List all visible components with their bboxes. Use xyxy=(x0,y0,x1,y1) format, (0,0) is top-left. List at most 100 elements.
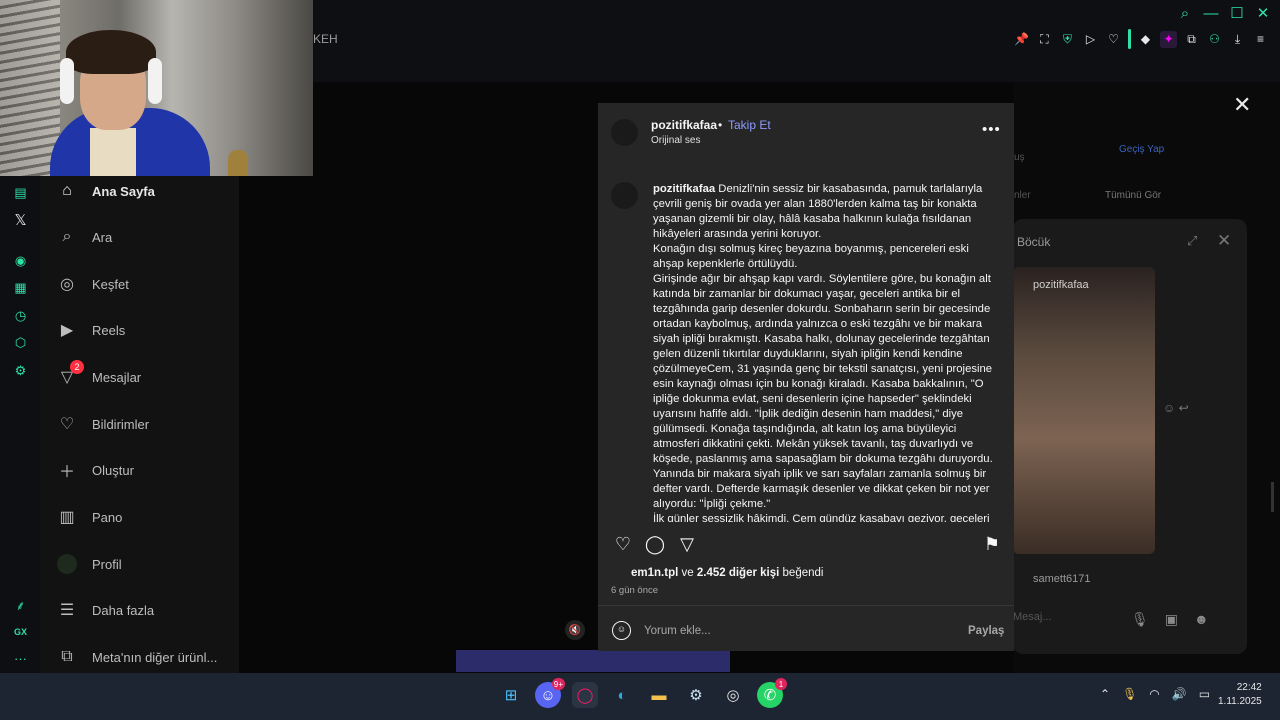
start-icon[interactable]: ⊞ xyxy=(498,682,524,708)
react-icon[interactable]: ☺ ↩ xyxy=(1163,401,1189,415)
chat-app-icon[interactable]: ▤ xyxy=(12,184,29,201)
chat-title: Böcük xyxy=(1017,235,1051,249)
microphone-icon[interactable]: 🎙 xyxy=(1122,687,1137,701)
likes-count[interactable]: 2.452 diğer kişi xyxy=(697,567,779,579)
post-time[interactable]: 6 gün önce xyxy=(611,585,658,596)
avatar[interactable] xyxy=(611,182,638,209)
close-window-icon[interactable]: ✕ xyxy=(1252,3,1274,23)
music-icon[interactable]: ◉ xyxy=(12,252,29,269)
gx-label[interactable]: GX xyxy=(12,623,29,640)
sticker-icon[interactable]: ☻ xyxy=(1194,611,1209,628)
close-icon[interactable]: ✕ xyxy=(1217,231,1231,251)
likes-summary[interactable]: em1n.tpl ve 2.452 diğer kişi beğendi xyxy=(631,567,823,579)
window-controls: ⌕ — ☐ ✕ xyxy=(1174,3,1274,23)
post-caption: pozitifkafaa Denizli'nin sessiz bir kasa… xyxy=(653,182,1001,522)
nav-search[interactable]: ⌕ Ara xyxy=(56,226,113,248)
comment-input[interactable]: Yorum ekle... xyxy=(644,625,711,637)
scrollbar-thumb[interactable] xyxy=(1271,482,1274,512)
bookmark-icon[interactable]: ⚑ xyxy=(981,533,1003,555)
webcam-overlay xyxy=(0,0,313,176)
chevron-up-icon[interactable]: ⌃ xyxy=(1100,687,1110,701)
opera-gx-icon[interactable]: ◯ xyxy=(572,682,598,708)
shield-icon[interactable]: ⛨ xyxy=(1059,31,1076,48)
nav-messages-label: Mesajlar xyxy=(92,369,142,385)
more-icon[interactable]: ··· xyxy=(12,650,29,667)
tab-title[interactable]: KEH xyxy=(313,32,338,46)
mute-icon[interactable]: 🔇 xyxy=(565,620,585,640)
like-icon[interactable]: ♡ xyxy=(612,533,634,555)
nav-notifications[interactable]: ♡ Bildirimler xyxy=(56,413,149,435)
follow-button[interactable]: Takip Et xyxy=(728,118,771,132)
nav-create-label: Oluştur xyxy=(92,462,134,478)
battery-icon[interactable]: ▭ xyxy=(1199,687,1210,701)
download-icon[interactable]: ⤓ xyxy=(1229,31,1246,48)
avatar[interactable] xyxy=(611,119,638,146)
maximize-icon[interactable]: ☐ xyxy=(1226,3,1248,23)
steam-icon[interactable]: ⚙ xyxy=(683,682,709,708)
nav-explore[interactable]: ◎ Keşfet xyxy=(56,273,129,295)
clock-time: 22:42 xyxy=(1236,682,1262,693)
game-icon[interactable]: ◎ xyxy=(720,682,746,708)
close-modal-icon[interactable]: ✕ xyxy=(1233,94,1253,116)
page-scrollbar[interactable] xyxy=(1269,82,1277,673)
nav-dashboard[interactable]: ▥ Pano xyxy=(56,506,122,528)
gx-mods-icon[interactable]: ⸙ xyxy=(12,596,29,613)
taskbar: ⊞ ☺ 9+ ◯ ◐ ▬ ⚙ ◎ ✆ 1 ⌃ 🎙 ◠ 🔊 ▭ 22:42 1.11.… xyxy=(0,673,1280,720)
expand-icon[interactable]: ⤢ xyxy=(1187,233,1197,249)
more-options-icon[interactable]: ••• xyxy=(982,121,1001,138)
heart-icon[interactable]: ♡ xyxy=(1105,31,1122,48)
profile-icon[interactable]: ⚇ xyxy=(1206,31,1223,48)
meta-apps-icon: ⧉ xyxy=(61,648,73,665)
share-icon[interactable]: ▽ xyxy=(676,533,698,555)
nav-create[interactable]: ＋ Oluştur xyxy=(56,459,134,482)
home-icon: ⌂ xyxy=(62,182,72,199)
comment-icon[interactable]: ◯ xyxy=(644,533,666,555)
folder-icon[interactable]: ▬ xyxy=(646,682,672,708)
play-icon[interactable]: ▷ xyxy=(1082,31,1099,48)
clock[interactable]: 22:42 1.11.2025 xyxy=(1218,681,1262,709)
search-icon[interactable]: ⌕ xyxy=(1174,3,1196,23)
nav-more-label: Daha fazla xyxy=(92,602,155,618)
plus-icon: ＋ xyxy=(58,464,75,481)
wifi-icon[interactable]: ◠ xyxy=(1149,687,1159,701)
discord-icon[interactable]: ☺ 9+ xyxy=(535,678,565,708)
screenshot-icon[interactable]: ⛶ xyxy=(1036,31,1053,48)
apps-icon[interactable]: ▦ xyxy=(12,279,29,296)
menu-icon[interactable]: ≡ xyxy=(1252,31,1269,48)
caption-paragraph: İlk günler sessizlik hâkimdi. Cem gündüz… xyxy=(653,513,990,522)
emoji-icon[interactable]: ☺ xyxy=(612,621,631,640)
nav-messages[interactable]: ▽ 2 Mesajlar xyxy=(56,360,142,388)
discord-badge: 9+ xyxy=(551,678,565,690)
shared-reel-preview[interactable]: pozitifkafaa xyxy=(1013,267,1155,554)
pin-icon[interactable]: 📌 xyxy=(1013,31,1030,48)
image-icon[interactable]: ▣ xyxy=(1165,611,1178,628)
nav-meta[interactable]: ⧉ Meta'nın diğer ürünl... xyxy=(56,646,217,668)
volume-icon[interactable]: 🔊 xyxy=(1172,687,1187,701)
message-input[interactable]: Mesaj... xyxy=(1013,611,1052,623)
nav-meta-label: Meta'nın diğer ürünl... xyxy=(92,649,218,665)
x-icon[interactable]: 𝕏 xyxy=(12,211,29,229)
switch-account-link[interactable]: Geçiş Yap xyxy=(1119,144,1164,155)
caption-username[interactable]: pozitifkafaa xyxy=(653,183,715,195)
minimize-icon[interactable]: — xyxy=(1200,3,1222,23)
nav-profile[interactable]: Profil xyxy=(56,553,122,575)
whatsapp-icon[interactable]: ✆ 1 xyxy=(757,678,787,708)
extension-icon[interactable]: ✦ xyxy=(1160,30,1177,48)
audio-label[interactable]: Orijinal ses xyxy=(651,135,700,146)
extensions-icon[interactable]: ⬡ xyxy=(12,334,29,351)
edge-icon[interactable]: ◐ xyxy=(609,682,635,708)
nav-reels[interactable]: ▶ Reels xyxy=(56,319,125,341)
nav-more[interactable]: ☰ Daha fazla xyxy=(56,599,154,621)
settings-icon[interactable]: ⚙ xyxy=(12,362,29,379)
see-all-link[interactable]: Tümünü Gör xyxy=(1105,190,1161,201)
liker-username[interactable]: em1n.tpl xyxy=(631,567,678,579)
messages-badge: 2 xyxy=(70,360,84,374)
post-comment-button[interactable]: Paylaş xyxy=(968,625,1004,637)
puzzle-icon[interactable]: ⧉ xyxy=(1183,31,1200,48)
post-username[interactable]: pozitifkafaa xyxy=(651,118,717,132)
microphone-icon[interactable]: 🎙 xyxy=(1131,611,1149,628)
instagram-sidebar: ⌂ Ana Sayfa ⌕ Ara ◎ Keşfet ▶ Reels ▽ 2 Me… xyxy=(40,176,239,673)
extension-icon[interactable]: ◆ xyxy=(1137,31,1154,48)
nav-home[interactable]: ⌂ Ana Sayfa xyxy=(56,180,155,202)
history-icon[interactable]: ◷ xyxy=(12,307,29,324)
